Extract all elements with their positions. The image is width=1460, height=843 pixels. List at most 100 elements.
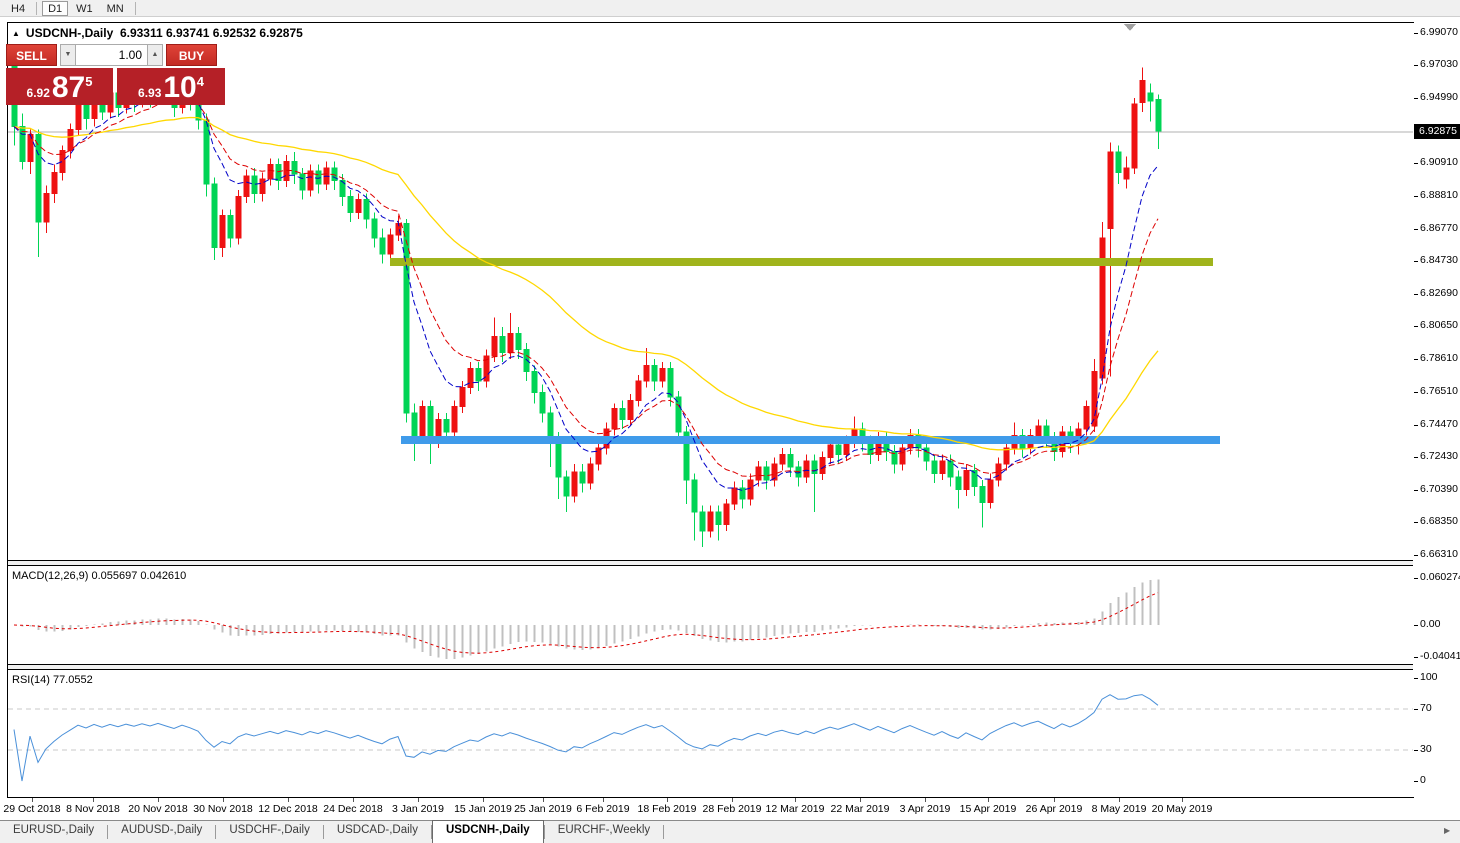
price-axis-label: 6.86770 — [1420, 222, 1458, 234]
price-axis-label-tick — [1414, 326, 1418, 327]
chart-tab-usdchf[interactable]: USDCHF-,Daily — [216, 821, 323, 843]
date-axis-tick — [1054, 798, 1055, 802]
date-axis-label: 25 Jan 2019 — [514, 803, 572, 815]
rsi-axis-label: 100 — [1420, 671, 1438, 683]
date-axis-label: 8 May 2019 — [1091, 803, 1147, 815]
price-axis-label: 6.74470 — [1420, 418, 1458, 430]
chart-tab-usdcad[interactable]: USDCAD-,Daily — [324, 821, 431, 843]
buy-price-display[interactable]: 6.93 10 4 — [117, 68, 225, 105]
date-axis-label: 20 Nov 2018 — [128, 803, 188, 815]
price-axis-label-tick — [1414, 33, 1418, 34]
date-axis-label: 26 Apr 2019 — [1025, 803, 1083, 815]
price-axis-label: 6.72430 — [1420, 450, 1458, 462]
price-axis-label: 6.94990 — [1420, 91, 1458, 103]
chart-tab-bar: EURUSD-,Daily AUDUSD-,Daily USDCHF-,Daily U… — [0, 820, 1460, 843]
price-axis-label-tick — [1414, 65, 1418, 66]
tab-separator — [663, 825, 665, 839]
date-axis-label: 15 Jan 2019 — [454, 803, 512, 815]
rsi-indicator-label: RSI(14) 77.0552 — [12, 674, 93, 686]
price-axis-label-tick — [1414, 98, 1418, 99]
macd-indicator-label: MACD(12,26,9) 0.055697 0.042610 — [12, 570, 187, 582]
price-axis-label: 6.70390 — [1420, 483, 1458, 495]
date-axis-label: 22 Mar 2019 — [830, 803, 890, 815]
macd-axis-label-tick — [1414, 578, 1418, 579]
buy-price-pip-digit: 4 — [196, 74, 204, 89]
price-axis-label: 6.84730 — [1420, 254, 1458, 266]
date-axis-tick — [1182, 798, 1183, 802]
macd-panel — [13, 579, 1160, 660]
sell-price-prefix: 6.92 — [26, 86, 50, 100]
chart-tab-eurusd[interactable]: EURUSD-,Daily — [0, 821, 107, 843]
date-axis-label: 3 Jan 2019 — [392, 803, 444, 815]
date-axis-label: 30 Nov 2018 — [193, 803, 253, 815]
buy-price-big-digits: 10 — [163, 71, 197, 104]
date-axis-tick — [667, 798, 668, 802]
trade-controls-row: SELL ▼ ▲ BUY — [6, 44, 225, 66]
date-axis-label: 28 Feb 2019 — [702, 803, 762, 815]
volume-increase-button[interactable]: ▲ — [147, 44, 163, 66]
timeframe-w1-button[interactable]: W1 — [70, 1, 99, 16]
price-axis-label: 6.66310 — [1420, 548, 1458, 560]
price-axis-label-tick — [1414, 196, 1418, 197]
date-axis-tick — [158, 798, 159, 802]
chart-canvas[interactable] — [8, 23, 1414, 797]
mt4-application: H4 D1 W1 MN ▲ USDCNH-,Daily 6.93311 6.937… — [0, 0, 1460, 843]
one-click-collapse-icon[interactable]: ▲ — [12, 29, 20, 38]
price-axis-label-tick — [1414, 490, 1418, 491]
sell-price-display[interactable]: 6.92 87 5 — [6, 68, 113, 105]
date-axis-tick — [860, 798, 861, 802]
macd-axis-label: -0.040412 — [1420, 650, 1460, 662]
tab-scroll-right-icon[interactable]: ▶ — [1444, 826, 1454, 836]
price-axis-label: 6.88810 — [1420, 189, 1458, 201]
date-axis-tick — [988, 798, 989, 802]
date-axis-label: 18 Feb 2019 — [637, 803, 697, 815]
timeframe-h4-button[interactable]: H4 — [5, 1, 31, 16]
sell-price-big-digits: 87 — [51, 71, 86, 104]
date-axis[interactable]: 29 Oct 2018 8 Nov 2018 20 Nov 2018 30 Nov 2… — [0, 798, 1460, 820]
horizontal-level-line — [390, 257, 1213, 266]
toolbar-separator — [36, 1, 38, 15]
chart-ohlc-values: 6.93311 6.93741 6.92532 6.92875 — [119, 26, 303, 40]
date-axis-tick — [32, 798, 33, 802]
date-axis-tick — [353, 798, 354, 802]
timeframe-mn-button[interactable]: MN — [101, 1, 130, 16]
date-axis-tick — [543, 798, 544, 802]
date-axis-tick — [288, 798, 289, 802]
date-axis-tick — [603, 798, 604, 802]
volume-decrease-button[interactable]: ▼ — [60, 44, 76, 66]
macd-axis-label: 0.00 — [1420, 618, 1441, 630]
date-axis-tick — [223, 798, 224, 802]
date-axis-label: 15 Apr 2019 — [959, 803, 1017, 815]
toolbar-separator — [134, 1, 136, 15]
price-axis-label: 6.68350 — [1420, 515, 1458, 527]
price-axis-label-tick — [1414, 522, 1418, 523]
price-axis-label: 6.82690 — [1420, 287, 1458, 299]
date-axis-label: 3 Apr 2019 — [899, 803, 951, 815]
date-axis-label: 24 Dec 2018 — [323, 803, 383, 815]
price-axis-label-tick — [1414, 359, 1418, 360]
timeframe-d1-button[interactable]: D1 — [42, 0, 69, 16]
sell-price-pip-digit: 5 — [85, 74, 93, 89]
sell-button[interactable]: SELL — [6, 44, 57, 66]
chart-tab-usdcnh[interactable]: USDCNH-,Daily — [431, 820, 544, 843]
volume-input[interactable] — [76, 44, 147, 66]
rsi-axis-label-tick — [1414, 750, 1418, 751]
rsi-panel — [8, 694, 1413, 782]
date-axis-tick — [93, 798, 94, 802]
rsi-axis-label-tick — [1414, 781, 1418, 782]
price-axis-label-tick — [1414, 261, 1418, 262]
date-axis-tick — [418, 798, 419, 802]
price-axis-label: 6.80650 — [1420, 319, 1458, 331]
price-axis[interactable]: 6.99070 6.97030 6.94990 6.90910 6.88810 6.867… — [1414, 22, 1460, 798]
chart-tab-eurchf[interactable]: EURCHF-,Weekly — [545, 821, 663, 843]
timeframe-toolbar: H4 D1 W1 MN — [0, 0, 1460, 17]
rsi-axis-label: 0 — [1420, 774, 1426, 786]
chart-tab-audusd[interactable]: AUDUSD-,Daily — [108, 821, 215, 843]
macd-axis-label-tick — [1414, 625, 1418, 626]
chart-title: ▲ USDCNH-,Daily 6.93311 6.93741 6.92532 6… — [12, 26, 303, 40]
chart-window — [7, 22, 1415, 798]
price-axis-label: 6.76510 — [1420, 385, 1458, 397]
price-axis-label: 6.90910 — [1420, 156, 1458, 168]
macd-axis-label-tick — [1414, 657, 1418, 658]
buy-button[interactable]: BUY — [166, 44, 217, 66]
